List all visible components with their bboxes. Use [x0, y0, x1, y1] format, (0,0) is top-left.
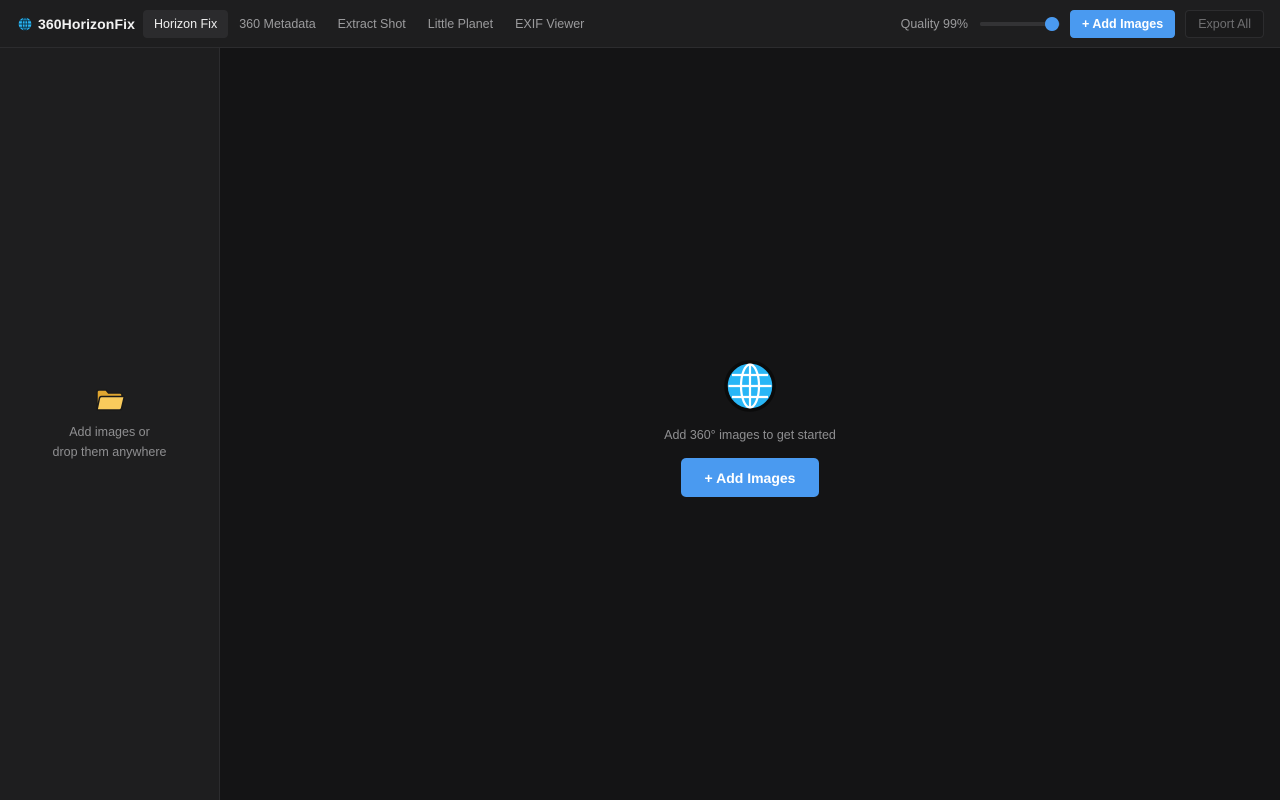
tab-extract-shot[interactable]: Extract Shot: [327, 10, 417, 38]
sidebar-drop-zone[interactable]: Add images or drop them anywhere: [0, 388, 219, 462]
sidebar-hint-line-2: drop them anywhere: [52, 445, 167, 459]
globe-icon: [18, 16, 32, 31]
quality-label: Quality 99%: [900, 16, 969, 31]
add-images-button[interactable]: + Add Images: [1070, 9, 1176, 38]
app-brand: 360HorizonFix: [18, 16, 135, 32]
quality-slider-thumb[interactable]: [1045, 16, 1060, 31]
tab-360-metadata[interactable]: 360 Metadata: [228, 10, 326, 38]
sidebar: Add images or drop them anywhere: [0, 48, 220, 800]
export-all-button[interactable]: Export All: [1185, 9, 1264, 38]
empty-state-message: Add 360° images to get started: [664, 428, 836, 442]
folder-icon: [95, 389, 125, 411]
empty-state: Add 360° images to get started + Add Ima…: [220, 360, 1280, 497]
tab-exif-viewer[interactable]: EXIF Viewer: [504, 10, 595, 38]
top-bar: 360HorizonFix Horizon Fix 360 Metadata E…: [0, 0, 1280, 48]
globe-icon: [724, 360, 776, 412]
quality-slider-fill: [980, 21, 1053, 26]
main-workspace: Add 360° images to get started + Add Ima…: [220, 48, 1280, 800]
toolbar-actions: Quality 99% + Add Images Export All: [901, 0, 1280, 48]
add-images-button-main[interactable]: + Add Images: [681, 458, 819, 497]
tab-horizon-fix[interactable]: Horizon Fix: [143, 9, 229, 38]
sidebar-hint-line-1: Add images or: [69, 425, 150, 439]
tab-bar: Horizon Fix 360 Metadata Extract Shot Li…: [143, 9, 595, 38]
tab-little-planet[interactable]: Little Planet: [417, 10, 504, 38]
quality-slider[interactable]: [980, 16, 1061, 31]
app-name: 360HorizonFix: [38, 15, 135, 32]
